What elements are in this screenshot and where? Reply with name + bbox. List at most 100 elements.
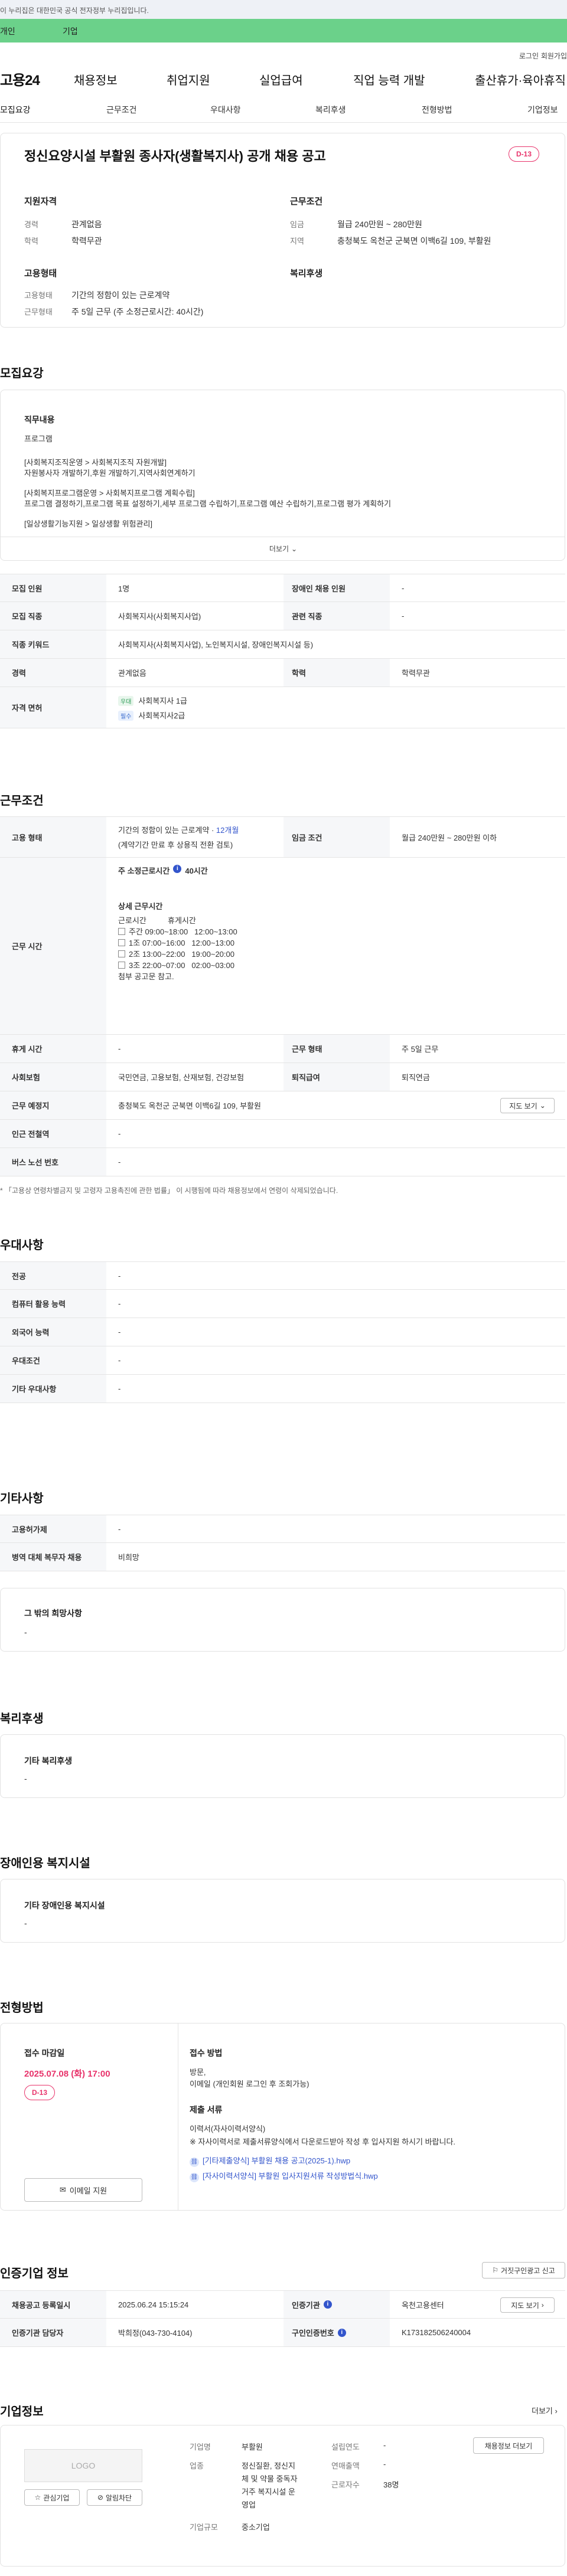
revenue-value: - xyxy=(383,2460,386,2469)
shift-break: 02:00~03:00 xyxy=(191,961,234,970)
duty-line: 프로그램 xyxy=(24,434,53,443)
table-row: 고용허가제 - xyxy=(0,1515,565,1543)
region-value: 충청북도 옥천군 군북면 이백6길 109, 부활원 xyxy=(337,236,491,246)
table-row: 자격 면허 우대 사회복지사 1급 필수 사회복지사2급 xyxy=(0,687,565,728)
time-cell: 주 소정근로시간 i 40시간 상세 근무시간 근로시간 휴게시간 주간 09:00~… xyxy=(118,858,555,1034)
file-link[interactable]: ⛓ [기타제출양식] 부활원 채용 공고(2025-1).hwp xyxy=(190,2155,350,2167)
edu-value: 학력무관 xyxy=(71,236,102,246)
signup-link[interactable]: 회원가입 xyxy=(541,51,567,61)
login-link[interactable]: 로그인 xyxy=(519,51,539,61)
row-header: 인증기관 i xyxy=(284,2291,390,2318)
row-value: 주 5일 근무 xyxy=(402,1045,439,1054)
tab-selection[interactable]: 전형방법 xyxy=(422,104,452,116)
other-wish-card: 그 밖의 희망사항 - xyxy=(0,1588,565,1652)
tab-company[interactable]: 기업 xyxy=(63,25,78,37)
emp-cell: 기간의 정함이 있는 근로계약 · 12개월 (계약기간 만료 후 상용직 전환… xyxy=(118,817,239,857)
weekly-hours-label: 주 소정근로시간 xyxy=(118,867,170,875)
row-header: 구인인증번호 i xyxy=(284,2319,390,2346)
nav-item-leave[interactable]: 출산휴가·육아휴직 xyxy=(475,71,566,88)
info-icon[interactable]: i xyxy=(173,865,182,873)
tab-recruit[interactable]: 모집요강 xyxy=(0,104,31,116)
table-row: 인증기관 담당자 박희정(043-730-4104) 구인인증번호 i K1731… xyxy=(0,2319,565,2347)
row-header: 외국어 능력 xyxy=(0,1318,106,1346)
edu-label: 학력 xyxy=(24,237,38,246)
nav-item-jobs[interactable]: 채용정보 xyxy=(74,71,118,88)
checkbox-icon xyxy=(118,962,125,969)
cert-table: 채용공고 등록일시 2025.06.24 15:15:24 인증기관 i 옥천고용… xyxy=(0,2290,565,2347)
report-button-label: 거짓구인광고 신고 xyxy=(501,2266,555,2275)
disabled-card: 기타 장애인용 복지시설 - xyxy=(0,1879,565,1943)
company-logo: LOGO xyxy=(24,2449,142,2482)
duty-line: 자원봉사자 개발하기,후원 개발하기,지역사회연계하기 xyxy=(24,469,195,478)
info-icon[interactable]: i xyxy=(323,2300,332,2309)
nav-item-unemployment[interactable]: 실업급여 xyxy=(259,71,303,88)
founded-value: - xyxy=(383,2441,386,2450)
shift-work: 13:00~22:00 xyxy=(142,950,185,959)
tab-benefit[interactable]: 복리후생 xyxy=(315,104,346,116)
wage-value: 월급 240만원 ~ 280만원 xyxy=(337,220,422,229)
shift-name: 1조 xyxy=(129,939,141,947)
shift-break: 19:00~20:00 xyxy=(191,950,234,959)
tab-pref[interactable]: 우대사항 xyxy=(210,104,241,116)
table-row: 전공 - xyxy=(0,1261,565,1290)
nav-item-training[interactable]: 직업 능력 개발 xyxy=(353,71,425,88)
email-apply-button[interactable]: ✉ 이메일 지원 xyxy=(24,2178,142,2202)
more-button[interactable]: 더보기 ⌄ xyxy=(1,537,565,560)
checkbox-icon xyxy=(118,939,125,946)
tab-company[interactable]: 기업정보 xyxy=(527,104,558,116)
emp-value: 기간의 정함이 있는 근로계약 xyxy=(71,290,170,300)
tab-work[interactable]: 근무조건 xyxy=(106,104,137,116)
license-tag: 우대 xyxy=(118,695,134,706)
table-row: 근무 시간 주 소정근로시간 i 40시간 상세 근무시간 근로시간 휴게시간 주간 … xyxy=(0,858,565,1035)
duty-line: [사회복지조직운영 > 사회복지조직 자원개발] xyxy=(24,458,167,467)
tab-personal[interactable]: 개인 xyxy=(0,25,15,37)
row-header: 모집 직종 xyxy=(0,602,106,630)
nav-item-employment-support[interactable]: 취업지원 xyxy=(167,71,210,88)
gov-banner: 이 누리집은 대한민국 공식 전자정부 누리집입니다. xyxy=(0,0,567,19)
site-logo[interactable]: 고용24 xyxy=(0,68,40,89)
mail-icon: ✉ xyxy=(59,2185,66,2194)
shift-break: 12:00~13:00 xyxy=(194,927,237,936)
recruit-section-title: 모집요강 xyxy=(0,367,44,380)
disabled-section-title: 장애인용 복지시설 xyxy=(0,1857,90,1870)
row-header: 우대조건 xyxy=(0,1346,106,1374)
table-row: 기타 우대사항 - xyxy=(0,1375,565,1403)
row-header: 임금 조건 xyxy=(284,817,390,857)
cert-map-button[interactable]: 지도 보기 › xyxy=(500,2297,555,2313)
selection-card: 접수 마감일 2025.07.08 (화) 17:00 D-13 ✉ 이메일 지원… xyxy=(0,2023,565,2211)
benefit-section-title: 복리후생 xyxy=(0,1712,44,1725)
user-type-tabs: 개인 기업 xyxy=(0,19,567,43)
row-value: 충청북도 옥천군 군북면 이백6길 109, 부활원 xyxy=(118,1101,261,1110)
bell-off-icon: ⊘ xyxy=(97,2493,103,2502)
name-value: 부활원 xyxy=(242,2443,263,2451)
fav-company-button[interactable]: ☆ 관심기업 xyxy=(24,2489,80,2506)
row-header: 학력 xyxy=(284,659,390,687)
company-jobs-button[interactable]: 채용정보 더보기 xyxy=(473,2437,544,2454)
shift-row: 1조 07:00~16:00 12:00~13:00 xyxy=(118,937,237,949)
block-alarm-button[interactable]: ⊘ 알림차단 xyxy=(87,2489,142,2506)
shift-name: 2조 xyxy=(129,950,141,959)
info-icon[interactable]: i xyxy=(337,2328,346,2337)
weekly-hours-value: 40시간 xyxy=(185,867,208,875)
file-link[interactable]: ⛓ [자사이력서양식] 부활원 입사지원서류 작성방법식.hwp xyxy=(190,2170,378,2182)
etc-section-title: 기타사항 xyxy=(0,1492,44,1505)
row-header: 근무 형태 xyxy=(284,1035,390,1063)
row-value: 국민연금, 고용보험, 산재보험, 건강보험 xyxy=(118,1073,245,1082)
license-list: 우대 사회복지사 1급 필수 사회복지사2급 xyxy=(118,687,187,728)
map-button-label: 지도 보기 xyxy=(509,1101,537,1110)
shift-list: 근로시간 휴게시간 주간 09:00~18:00 12:00~13:00 1조 0… xyxy=(118,915,237,982)
table-row: 근무 예정지 충청북도 옥천군 군북면 이백6길 109, 부활원 지도 보기 ⌄ xyxy=(0,1091,565,1120)
report-button[interactable]: ⚐ 거짓구인광고 신고 xyxy=(482,2262,565,2278)
table-row: 인근 전철역 - xyxy=(0,1120,565,1148)
work-title: 근무조건 xyxy=(290,197,323,207)
map-button[interactable]: 지도 보기 ⌄ xyxy=(500,1098,555,1113)
method-line: 이메일 (개인회원 로그인 후 조회가능) xyxy=(190,2080,309,2088)
weekly-hours: 주 소정근로시간 i 40시간 xyxy=(118,865,208,900)
company-more-link[interactable]: 더보기 › xyxy=(532,2405,558,2416)
detail-title: 상세 근무시간 xyxy=(118,902,163,911)
disabled-value: - xyxy=(24,1918,27,1928)
row-value: 박희정(043-730-4104) xyxy=(118,2329,193,2338)
scale-value: 중소기업 xyxy=(242,2523,270,2532)
file-link-label: [기타제출양식] 부활원 채용 공고(2025-1).hwp xyxy=(203,2156,351,2165)
shift-name: 주간 xyxy=(129,927,143,936)
